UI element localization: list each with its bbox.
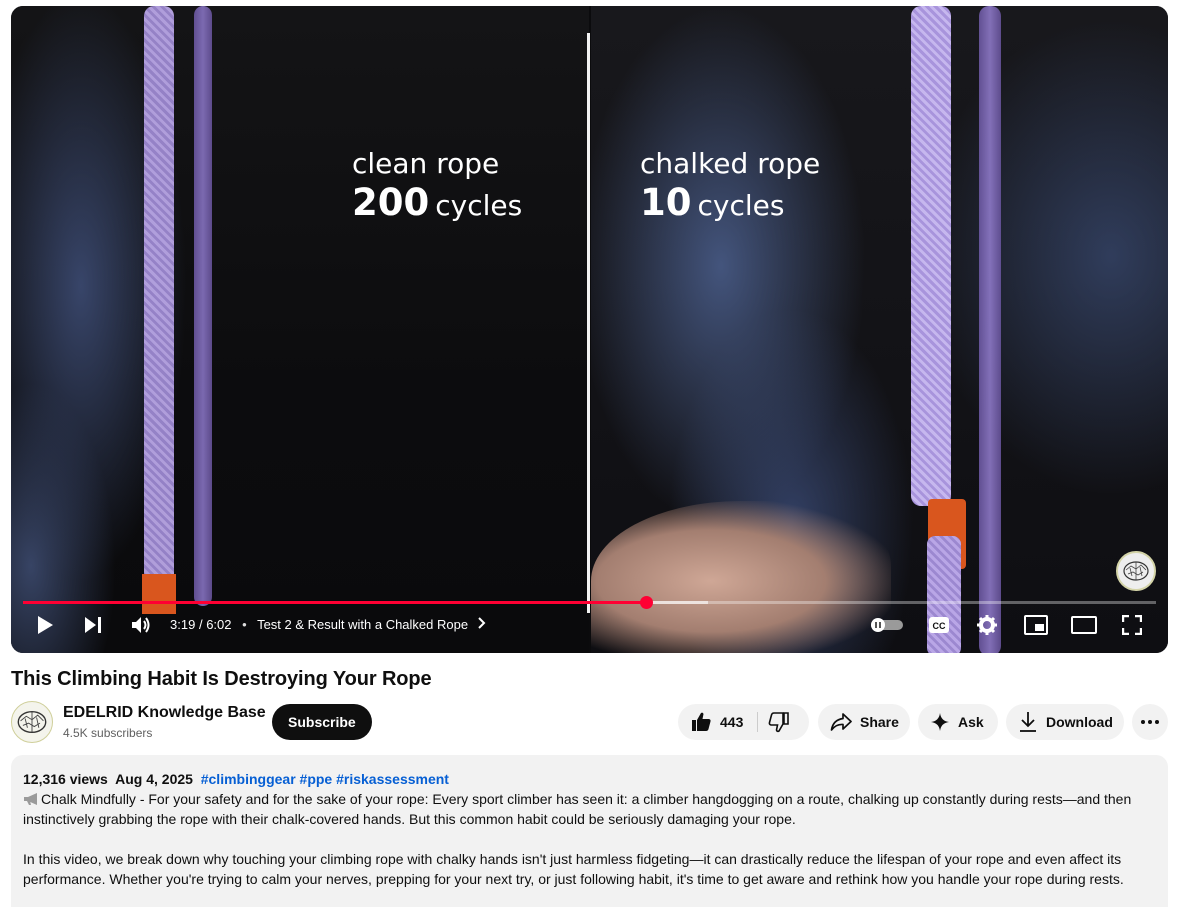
overlay-number: 200 (352, 181, 430, 224)
description-meta: 12,316 views Aug 4, 2025 #climbinggear #… (23, 769, 1156, 789)
next-icon (85, 617, 101, 633)
subtitles-button[interactable]: CC (927, 613, 951, 637)
brain-logo-icon (17, 711, 47, 733)
overlay-label: clean rope (352, 147, 500, 180)
overlay-chalked-rope: chalked rope 10 cycles (640, 147, 821, 224)
subscriber-count: 4.5K subscribers (63, 726, 153, 740)
sparkle-icon (931, 713, 949, 731)
cc-icon: CC (929, 617, 949, 633)
volume-button[interactable] (128, 613, 154, 637)
play-button[interactable] (33, 613, 57, 637)
current-time: 3:19 (170, 617, 196, 632)
time-display: 3:19 / 6:02 • Test 2 & Result with a Cha… (170, 617, 486, 632)
time-separator: / (198, 617, 203, 632)
next-button[interactable] (81, 613, 105, 637)
rope-strand-image (979, 6, 1001, 653)
gear-icon (977, 615, 997, 635)
total-time: 6:02 (206, 617, 232, 632)
volume-icon (132, 617, 150, 633)
chalked-rope-image (911, 6, 951, 506)
theater-icon (1071, 616, 1097, 634)
channel-row: EDELRID Knowledge Base 4.5K subscribers … (11, 701, 1168, 743)
view-count: 12,316 views (23, 771, 108, 787)
description-text-1: Chalk Mindfully - For your safety and fo… (23, 791, 1132, 827)
autoplay-toggle-icon (871, 618, 903, 632)
fullscreen-icon (1122, 615, 1142, 635)
theater-mode-button[interactable] (1071, 613, 1097, 637)
download-label: Download (1046, 714, 1113, 730)
overlay-label: chalked rope (640, 147, 821, 180)
video-player[interactable]: clean rope 200 cycles chalked rope 10 cycl… (11, 6, 1168, 653)
cc-label: CC (933, 621, 946, 631)
more-actions-button[interactable] (1132, 704, 1168, 740)
overlay-unit: cycles (435, 189, 523, 222)
download-icon (1020, 712, 1036, 732)
subscribe-button[interactable]: Subscribe (272, 704, 372, 740)
overlay-unit: cycles (697, 189, 785, 222)
brain-logo-icon (1123, 561, 1149, 581)
autoplay-toggle[interactable] (869, 613, 905, 637)
player-controls: 3:19 / 6:02 • Test 2 & Result with a Cha… (11, 603, 1168, 653)
fullscreen-button[interactable] (1120, 613, 1144, 637)
miniplayer-button[interactable] (1023, 613, 1049, 637)
hashtags[interactable]: #climbinggear #ppe #riskassessment (201, 771, 449, 787)
download-button[interactable]: Download (1006, 704, 1124, 740)
channel-watermark[interactable] (1116, 551, 1156, 591)
settings-button[interactable] (975, 613, 999, 637)
description-text-2: In this video, we break down why touchin… (23, 851, 1124, 887)
share-button[interactable]: Share (818, 704, 910, 740)
ask-label: Ask (958, 714, 984, 730)
like-dislike-group: 443 (678, 704, 809, 740)
thumbs-up-icon (692, 712, 711, 731)
megaphone-icon (24, 793, 37, 805)
clean-rope-image (144, 6, 174, 606)
ask-button[interactable]: Ask (918, 704, 998, 740)
description-box[interactable]: 12,316 views Aug 4, 2025 #climbinggear #… (11, 755, 1168, 907)
channel-avatar[interactable] (11, 701, 53, 743)
channel-name[interactable]: EDELRID Knowledge Base (63, 704, 266, 722)
miniplayer-icon (1024, 615, 1048, 635)
dislike-button[interactable] (768, 704, 790, 740)
overlay-number: 10 (640, 181, 692, 224)
overlay-clean-rope: clean rope 200 cycles (352, 147, 523, 224)
more-icon (1141, 720, 1159, 724)
chevron-right-icon (477, 617, 486, 629)
share-icon (830, 713, 852, 731)
chapter-title[interactable]: Test 2 & Result with a Chalked Rope (257, 617, 468, 632)
rope-strand-image (194, 6, 212, 606)
play-icon (38, 616, 53, 634)
video-frame-left (11, 6, 589, 653)
like-count: 443 (720, 714, 744, 730)
thumbs-down-icon (768, 712, 789, 733)
video-title: This Climbing Habit Is Destroying Your R… (11, 668, 432, 690)
description-paragraph: Chalk Mindfully - For your safety and fo… (23, 789, 1156, 829)
split-divider (587, 33, 590, 613)
like-divider (757, 712, 758, 732)
like-button[interactable]: 443 (678, 704, 743, 740)
upload-date: Aug 4, 2025 (115, 771, 193, 787)
share-label: Share (860, 714, 899, 730)
